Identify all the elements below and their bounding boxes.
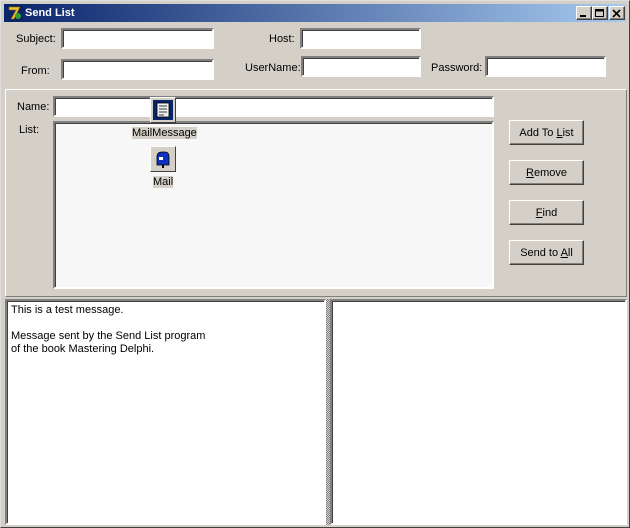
maximize-button[interactable] [592, 6, 608, 20]
send-list-window: Send List Subject: From: Host: UserName:… [0, 0, 630, 528]
subject-label: Subject: [16, 33, 56, 45]
list-label: List: [19, 124, 40, 136]
name-label: Name: [17, 101, 50, 113]
host-label: Host: [269, 33, 295, 45]
password-label: Password: [431, 62, 483, 74]
from-label: From: [21, 65, 50, 77]
send-to-all-button[interactable]: Send to All [509, 240, 584, 265]
from-field[interactable] [61, 59, 214, 80]
message-memo[interactable]: This is a test message. Message sent by … [5, 299, 326, 525]
add-to-list-button[interactable]: Add To List [509, 120, 584, 145]
mail-label: Mail [153, 176, 174, 188]
mailmessage-component[interactable] [150, 97, 176, 123]
mailmessage-label: MailMessage [132, 127, 197, 139]
find-button[interactable]: Find [509, 200, 584, 225]
remove-button[interactable]: Remove [509, 160, 584, 185]
close-button[interactable] [609, 6, 625, 20]
scroll-icon [153, 100, 173, 120]
window-title: Send List [25, 7, 75, 19]
maximize-icon [595, 9, 604, 17]
log-memo[interactable] [330, 299, 627, 525]
subject-field[interactable] [61, 28, 214, 49]
delphi-app-icon [7, 5, 23, 21]
mail-component[interactable] [150, 146, 176, 172]
name-field[interactable] [53, 96, 494, 117]
minimize-icon [580, 15, 586, 17]
password-field[interactable] [485, 56, 606, 77]
host-field[interactable] [300, 28, 421, 49]
mailbox-icon [153, 149, 173, 169]
recipient-listbox[interactable] [53, 121, 494, 289]
username-label: UserName: [245, 62, 301, 74]
title-bar[interactable]: Send List [4, 4, 626, 22]
minimize-button[interactable] [576, 6, 592, 20]
username-field[interactable] [301, 56, 421, 77]
close-icon [612, 9, 621, 18]
